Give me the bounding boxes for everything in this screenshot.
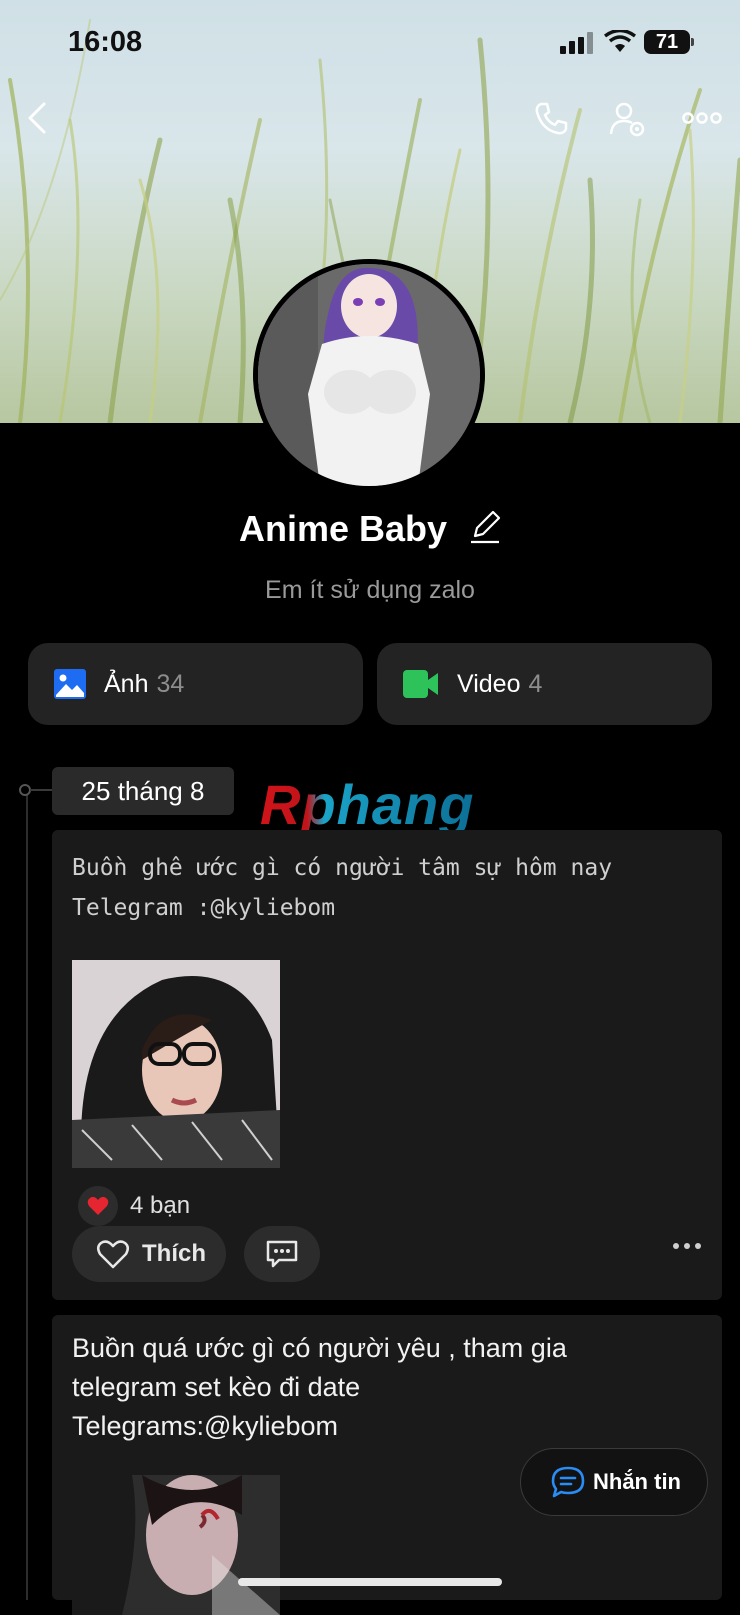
cellular-signal-icon: [560, 32, 593, 54]
reaction-count: 4 bạn: [130, 1192, 191, 1219]
profile-status: Em ít sử dụng zalo: [265, 576, 475, 604]
photos-count: 34: [156, 669, 185, 698]
videos-count: 4: [528, 669, 543, 698]
videos-label: Video: [457, 669, 521, 698]
reactions-summary[interactable]: 4 bạn: [78, 1186, 190, 1226]
phone-icon[interactable]: [532, 100, 570, 138]
timeline-connector: [30, 789, 52, 791]
post-more-icon[interactable]: [672, 1242, 702, 1250]
post-text: Buồn ghê ước gì có người tâm sự hôm nay …: [72, 855, 613, 921]
message-label: Nhắn tin: [593, 1469, 681, 1494]
battery-cap: [691, 38, 694, 46]
like-label: Thích: [142, 1240, 206, 1267]
video-icon: [403, 670, 438, 698]
wifi-icon: [604, 30, 636, 52]
photos-label: Ảnh: [104, 669, 149, 698]
more-horizontal-icon[interactable]: [682, 110, 722, 126]
timeline-date: 25 tháng 8: [52, 767, 234, 815]
user-settings-icon[interactable]: [608, 100, 648, 140]
pencil-icon[interactable]: [469, 510, 501, 544]
post-card[interactable]: Buồn ghê ước gì có người tâm sự hôm nay …: [52, 830, 722, 1300]
heart-outline-icon: [97, 1240, 129, 1269]
avatar[interactable]: [253, 259, 485, 491]
photos-button[interactable]: Ảnh 34: [28, 643, 363, 725]
profile-name: Anime Baby: [238, 508, 448, 549]
comment-button[interactable]: [244, 1226, 320, 1282]
photo-icon: [54, 669, 86, 699]
status-bar: 16:08 71: [0, 26, 740, 66]
battery-indicator: 71: [644, 30, 690, 54]
message-button[interactable]: Nhắn tin: [520, 1448, 708, 1516]
comment-icon: [266, 1240, 298, 1268]
home-indicator: [238, 1578, 502, 1586]
back-arrow-icon[interactable]: [24, 100, 50, 136]
watermark: Rphang: [260, 773, 475, 836]
heart-reaction: [78, 1186, 118, 1226]
heart-icon: [87, 1196, 109, 1215]
post-text: Buồn quá ước gì có người yêu , tham gia …: [72, 1333, 567, 1441]
timeline-line: [26, 790, 28, 1600]
profile-name-row: Anime Baby: [0, 508, 740, 550]
chat-icon: [551, 1466, 585, 1498]
clock: 16:08: [68, 26, 143, 58]
like-button[interactable]: Thích: [72, 1226, 226, 1282]
videos-button[interactable]: Video 4: [377, 643, 712, 725]
post-photo[interactable]: [72, 1475, 280, 1615]
post-photo[interactable]: [72, 960, 280, 1168]
